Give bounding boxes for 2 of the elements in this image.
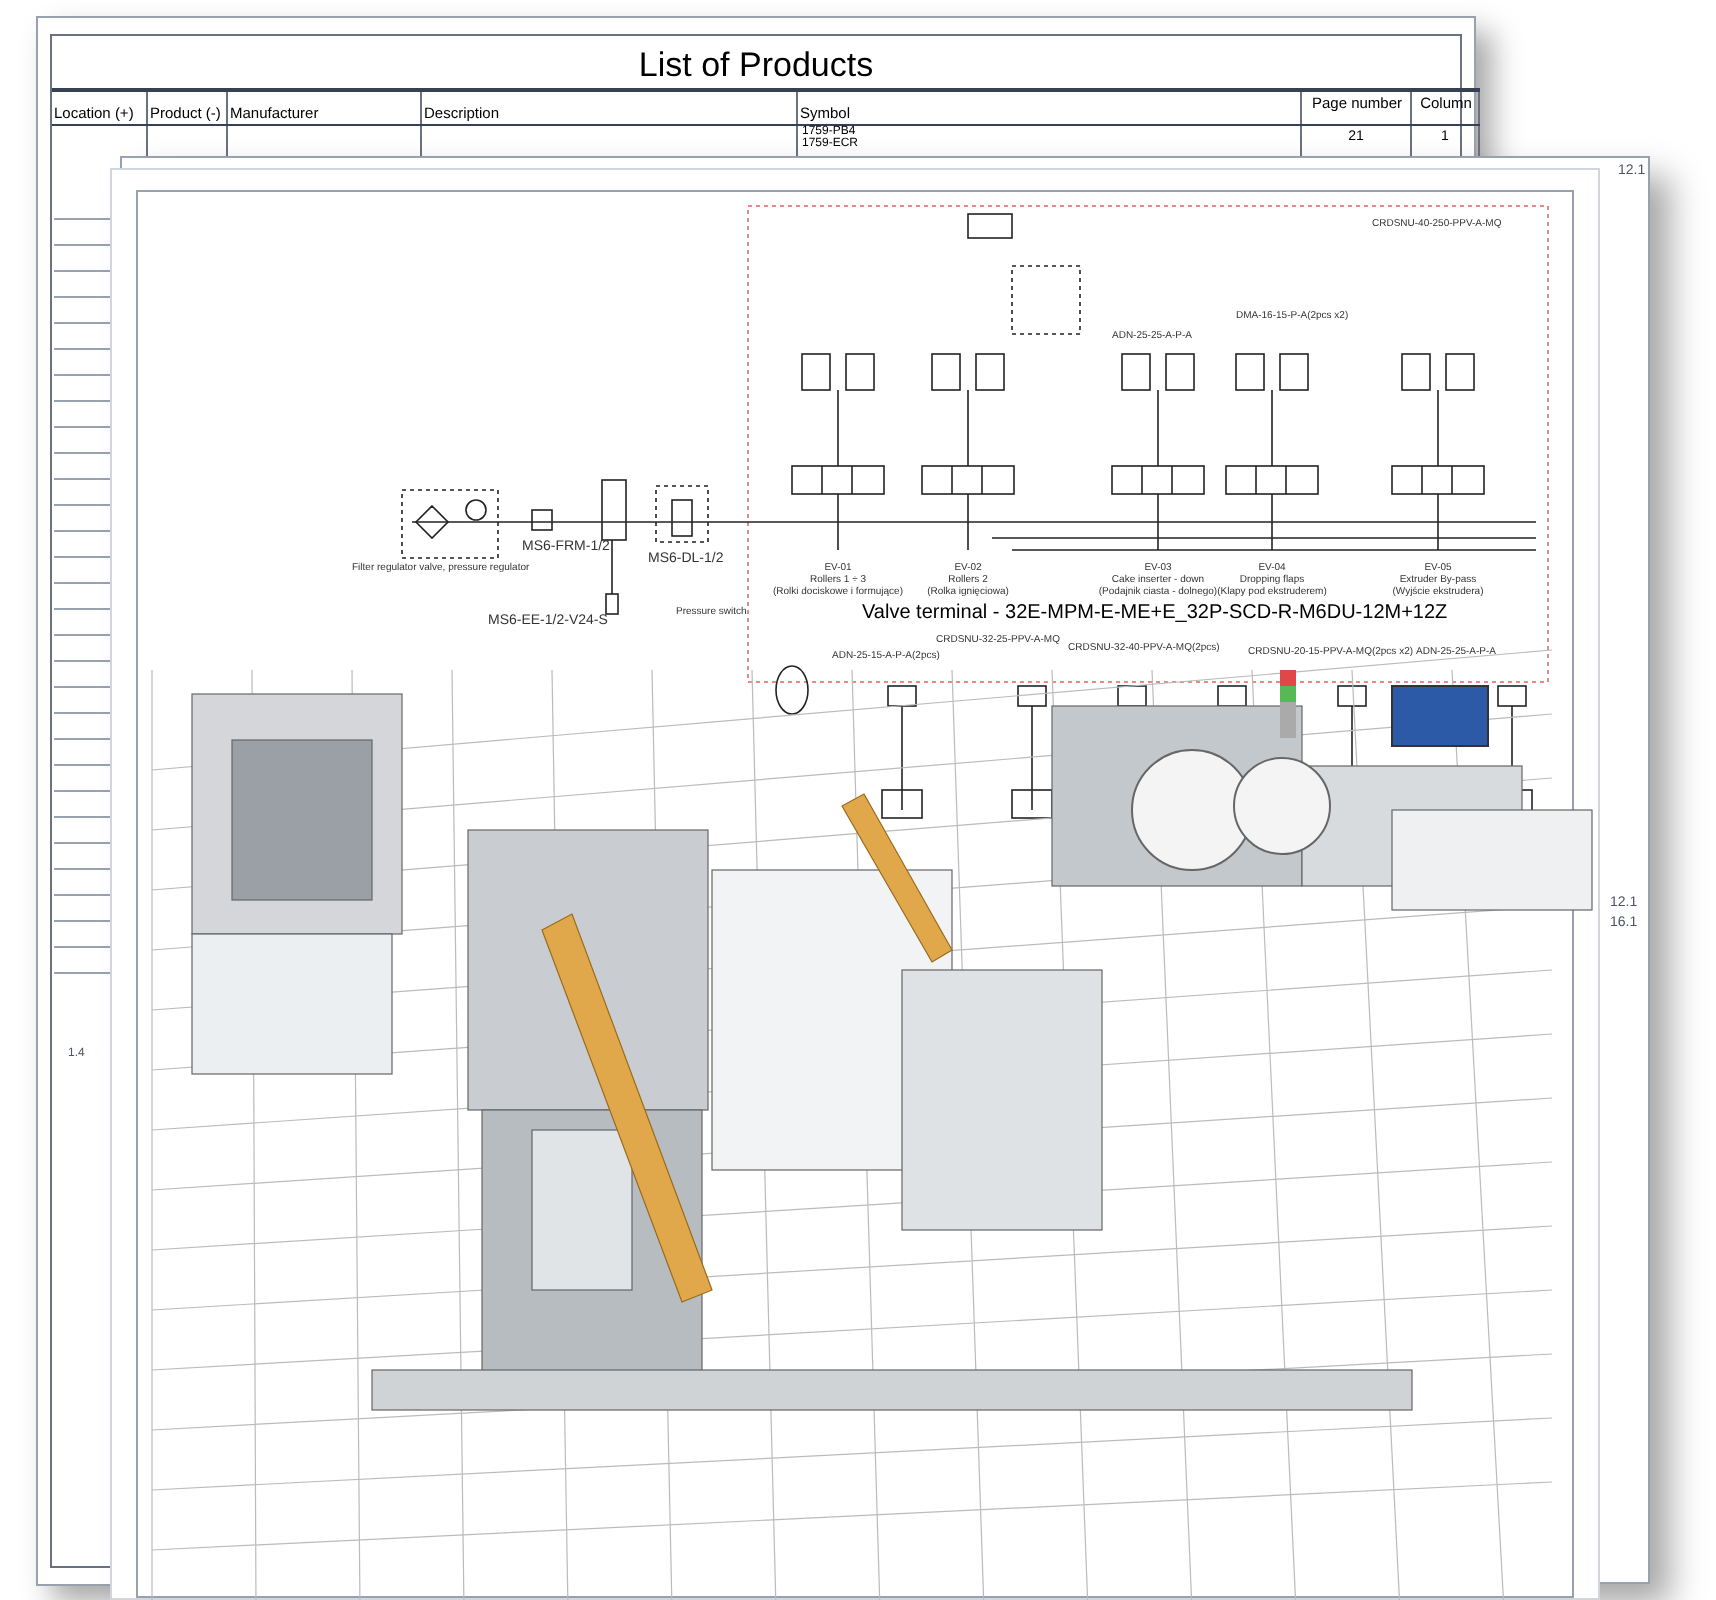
list-title: List of Products [636,44,876,88]
terminal-title: Valve terminal - 32E-MPM-E-ME+E_32P-SCD-R-M6DU-12M+12Z [862,600,1448,628]
